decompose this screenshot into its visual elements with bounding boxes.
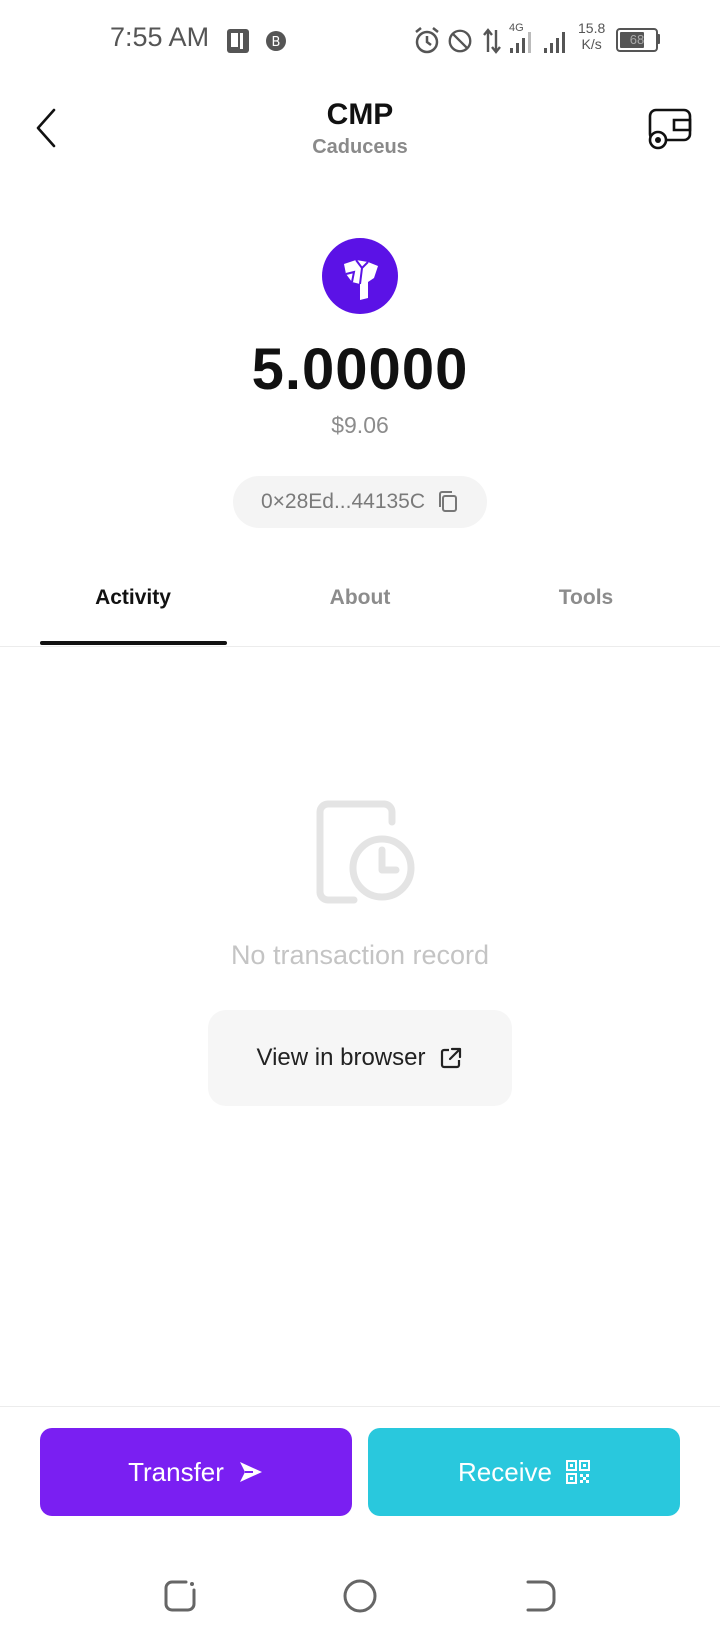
view-in-browser-button[interactable]: View in browser — [208, 1010, 512, 1106]
home-icon[interactable] — [340, 1576, 380, 1616]
caduceus-logo-icon — [344, 259, 378, 300]
wallet-address: 0×28Ed...44135C — [260, 490, 426, 513]
copy-icon[interactable] — [437, 490, 459, 514]
back-nav-icon[interactable] — [520, 1576, 560, 1616]
net-speed: 15.8 K/s — [578, 20, 605, 52]
token-logo — [322, 238, 398, 314]
external-link-icon — [441, 1047, 462, 1069]
qr-code-icon — [565, 1460, 590, 1484]
empty-state-message: No transaction record — [230, 940, 490, 970]
tab-tools[interactable]: Tools — [486, 586, 686, 610]
dnd-icon — [448, 29, 472, 53]
recents-icon[interactable] — [160, 1576, 200, 1616]
signal-icon — [510, 32, 531, 53]
wallet-settings-icon[interactable] — [646, 106, 698, 152]
view-in-browser-label: View in browser — [256, 1044, 426, 1071]
page-subtitle: Caduceus — [312, 136, 408, 158]
alarm-icon — [415, 27, 439, 54]
net-speed-unit: K/s — [581, 36, 602, 52]
bottom-divider — [0, 1406, 720, 1407]
battery-icon: 68 — [616, 28, 658, 52]
history-document-icon — [316, 800, 415, 904]
battery-level: 68 — [629, 32, 645, 47]
p-app-icon — [227, 29, 249, 53]
battery-tip — [657, 34, 660, 44]
tab-activity[interactable]: Activity — [33, 586, 233, 610]
receive-label: Receive — [458, 1456, 552, 1487]
active-tab-indicator — [40, 641, 227, 645]
b-app-icon: B — [266, 31, 286, 51]
tab-about[interactable]: About — [260, 586, 460, 610]
tab-divider — [0, 646, 720, 647]
address-copy-pill[interactable]: 0×28Ed...44135C — [233, 476, 487, 528]
receive-button[interactable]: Receive — [368, 1428, 680, 1516]
transfer-label: Transfer — [128, 1456, 224, 1487]
net-speed-value: 15.8 — [578, 20, 606, 36]
data-arrows-icon — [483, 28, 501, 54]
send-icon — [239, 1462, 262, 1482]
signal-icon — [544, 32, 565, 53]
page-title: CMP — [326, 98, 394, 131]
token-balance: 5.00000 — [251, 337, 469, 402]
transfer-button[interactable]: Transfer — [40, 1428, 352, 1516]
fiat-value: $9.06 — [331, 412, 389, 438]
status-time: 7:55 AM — [110, 22, 210, 52]
svg-text:B: B — [272, 35, 281, 50]
